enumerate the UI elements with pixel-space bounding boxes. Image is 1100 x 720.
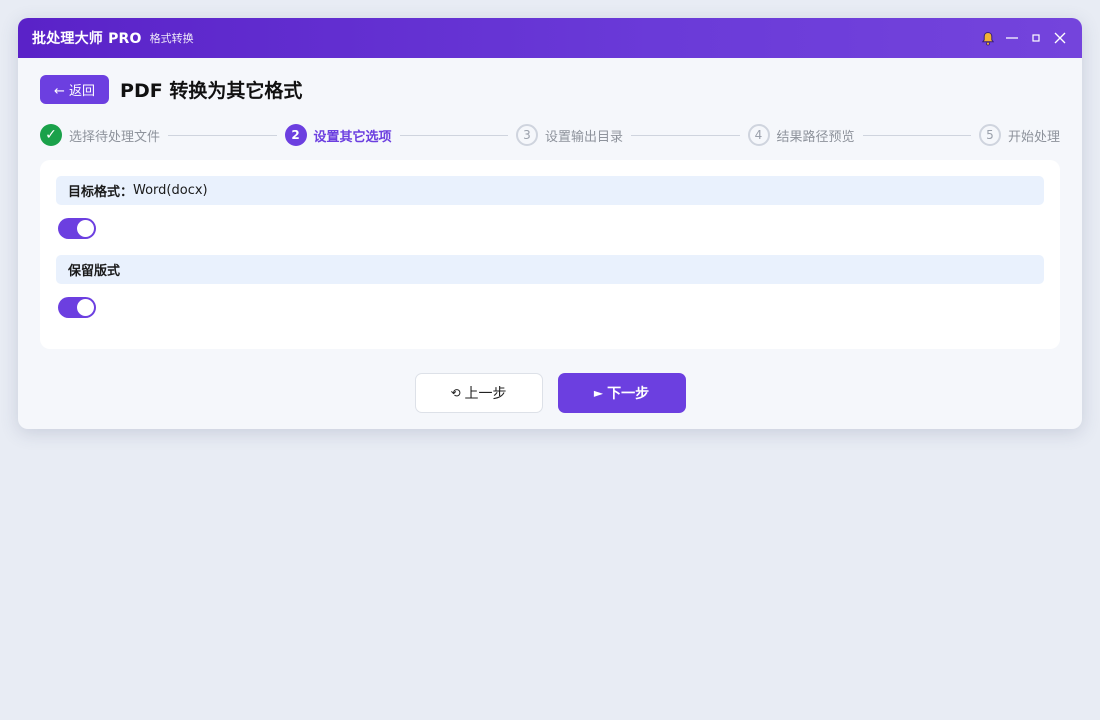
app-subtitle: 格式转换: [149, 32, 194, 45]
step-number: 4: [747, 124, 770, 146]
nav-buttons: ⟲ 上一步 ► 下一步: [40, 373, 1060, 413]
back-button[interactable]: ← 返回: [40, 74, 110, 104]
target-format-label: 目标格式：: [68, 185, 134, 200]
checkmark-icon: ✓: [40, 124, 62, 146]
option-spacer: [56, 239, 1044, 255]
target-format-toggle[interactable]: [58, 218, 96, 239]
next-step-button[interactable]: ► 下一步: [557, 373, 686, 413]
previous-step-button[interactable]: ⟲ 上一步: [414, 373, 543, 413]
step-number: 2: [284, 124, 307, 146]
previous-step-label: 上一步: [464, 386, 507, 402]
step-3: 3 设置输出目录: [516, 124, 623, 146]
target-format-header: 目标格式： Word(docx): [56, 176, 1044, 205]
play-icon: ►: [593, 386, 604, 400]
keep-layout-toggle[interactable]: [58, 297, 96, 318]
step-connector: [168, 134, 277, 136]
toggle-knob: [77, 220, 94, 237]
close-icon[interactable]: [1052, 30, 1068, 46]
undo-icon: ⟲: [450, 386, 461, 400]
app-window: 批处理大师 PRO 格式转换 ← 返回 PDF 转换为其它格式 ✓ 选择待处理文: [18, 18, 1082, 429]
step-1: ✓ 选择待处理文件: [40, 124, 160, 146]
step-number: 3: [516, 124, 538, 146]
step-label: 选择待处理文件: [69, 129, 161, 145]
title-bar: 批处理大师 PRO 格式转换: [18, 18, 1082, 58]
step-connector: [862, 134, 971, 136]
step-connector: [631, 134, 740, 136]
target-format-value: Word(docx): [133, 183, 208, 198]
step-5: 5 开始处理: [979, 124, 1060, 146]
step-connector: [399, 134, 508, 136]
options-card: 目标格式： Word(docx) 保留版式: [40, 160, 1060, 349]
step-indicator: ✓ 选择待处理文件 2 设置其它选项 3 设置输出目录 4 结果路径预览 5 开…: [40, 123, 1060, 147]
maximize-icon[interactable]: [1028, 30, 1044, 46]
step-number: 5: [979, 124, 1001, 146]
page-title: PDF 转换为其它格式: [120, 79, 303, 102]
header-row: ← 返回 PDF 转换为其它格式: [40, 74, 1060, 104]
step-4: 4 结果路径预览: [747, 124, 855, 146]
step-label: 设置其它选项: [313, 129, 392, 145]
keep-layout-label: 保留版式: [68, 264, 121, 279]
keep-layout-header: 保留版式: [56, 255, 1044, 284]
step-2: 2 设置其它选项: [284, 124, 392, 146]
main-content: ← 返回 PDF 转换为其它格式 ✓ 选择待处理文件 2 设置其它选项 3 设置…: [18, 58, 1082, 413]
step-label: 开始处理: [1008, 129, 1061, 145]
minimize-icon[interactable]: [1004, 30, 1020, 46]
app-title: 批处理大师 PRO: [32, 31, 142, 47]
step-label: 设置输出目录: [545, 129, 624, 145]
bell-icon[interactable]: [980, 30, 996, 46]
next-step-label: 下一步: [607, 386, 650, 402]
toggle-knob: [77, 299, 94, 316]
step-label: 结果路径预览: [776, 129, 855, 145]
